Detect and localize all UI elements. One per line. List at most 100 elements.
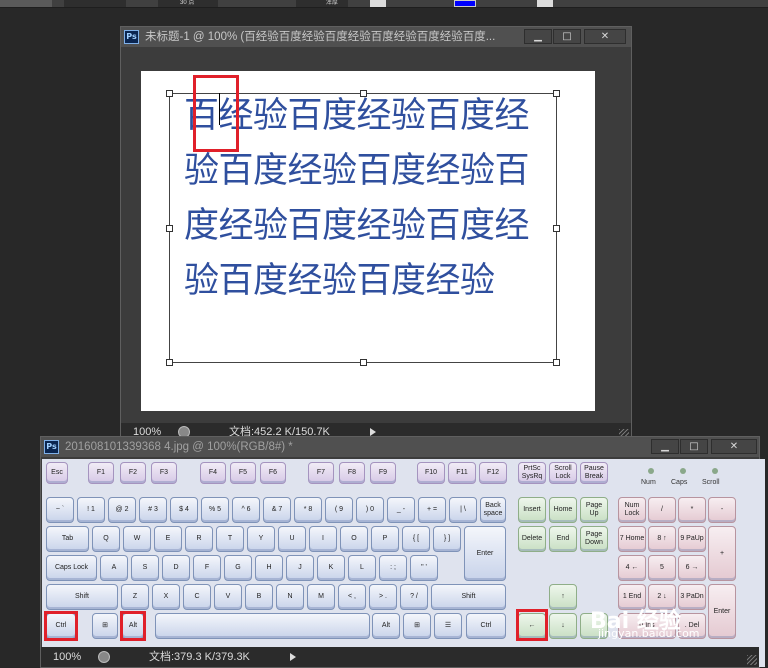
zoom-level[interactable]: 100% — [53, 647, 81, 667]
align-left-button[interactable] — [370, 0, 386, 7]
3d-button[interactable] — [734, 0, 754, 7]
document-titlebar[interactable]: Ps 201608101339368 4.jpg @ 100%(RGB/8#) … — [41, 437, 759, 457]
key-space — [155, 613, 370, 639]
status-menu-arrow-icon[interactable] — [370, 428, 376, 436]
key-f9: F9 — [370, 462, 396, 484]
key-win-left: ⊞ — [92, 613, 118, 639]
key-h: H — [255, 555, 283, 581]
key-q: Q — [92, 526, 120, 552]
key-r: R — [185, 526, 213, 552]
key-f7: F7 — [308, 462, 334, 484]
key-t: T — [216, 526, 244, 552]
maximize-button[interactable]: □ — [680, 439, 708, 454]
scroll-indicator-label: Scroll — [702, 479, 720, 486]
key-ctrl-right: Ctrl — [466, 613, 506, 639]
key-x: X — [152, 584, 180, 610]
key-2: @ 2 — [108, 497, 136, 523]
key-delete: Delete — [518, 526, 546, 552]
align-right-button[interactable] — [414, 0, 430, 7]
key-f12: F12 — [479, 462, 507, 484]
document-canvas[interactable]: 百经验百度经验百度经 验百度经验百度经验百 度经验百度经验百度经 验百度经验百度… — [141, 71, 595, 411]
transform-handle-bl[interactable] — [166, 359, 173, 366]
highlight-ctrl — [44, 611, 78, 641]
close-button[interactable]: ✕ — [584, 29, 626, 44]
caps-indicator-label: Caps — [671, 479, 688, 486]
key-slash: ? / — [400, 584, 428, 610]
key-prtsc: PrtSc SysRq — [518, 462, 546, 484]
key-m: M — [307, 584, 335, 610]
font-size-field[interactable]: 30 点 — [158, 0, 218, 7]
maximize-button[interactable]: □ — [553, 29, 581, 44]
key-4: $ 4 — [170, 497, 198, 523]
key-semicolon: : ; — [379, 555, 407, 581]
key-menu: ☰ — [434, 613, 462, 639]
minimize-button[interactable]: ▁ — [524, 29, 552, 44]
transform-handle-tl[interactable] — [166, 90, 173, 97]
transform-handle-br[interactable] — [553, 359, 560, 366]
key-f3: F3 — [151, 462, 177, 484]
key-page-down: Page Down — [580, 526, 608, 552]
num-led — [648, 468, 654, 474]
text-line: 验百度经验百度经验 — [184, 261, 495, 301]
key-l: L — [348, 555, 376, 581]
key-7: & 7 — [263, 497, 291, 523]
key-p: P — [371, 526, 399, 552]
key-insert: Insert — [518, 497, 546, 523]
font-name-field[interactable] — [64, 0, 126, 7]
minimize-button[interactable]: ▁ — [651, 439, 679, 454]
status-menu-arrow-icon[interactable] — [290, 653, 296, 661]
key-shift-left: Shift — [46, 584, 118, 610]
key-5: % 5 — [201, 497, 229, 523]
key-plus: + = — [418, 497, 446, 523]
resize-grip-icon[interactable] — [747, 655, 757, 665]
key-v: V — [214, 584, 242, 610]
document-title: 201608101339368 4.jpg @ 100%(RGB/8#) * — [65, 441, 293, 453]
key-0: ) 0 — [356, 497, 384, 523]
key-page-up: Page Up — [580, 497, 608, 523]
document-window-keyboard: Ps 201608101339368 4.jpg @ 100%(RGB/8#) … — [40, 436, 765, 668]
key-num-9: 9 PaUp — [678, 526, 706, 552]
text-layer[interactable]: 百经验百度经验百度经 验百度经验百度经验百 度经验百度经验百度经 验百度经验百度… — [184, 89, 564, 309]
key-a: A — [100, 555, 128, 581]
key-d: D — [162, 555, 190, 581]
key-pause: Pause Break — [580, 462, 608, 484]
antialias-dropdown[interactable]: 浑厚 — [296, 0, 348, 7]
text-line: 百经验百度经验百度经 — [184, 96, 530, 136]
transform-handle-bottom[interactable] — [360, 359, 367, 366]
key-quote: " ' — [410, 555, 438, 581]
key-f10: F10 — [417, 462, 445, 484]
key-comma: < , — [338, 584, 366, 610]
warp-text-button[interactable] — [494, 0, 512, 7]
text-color-swatch[interactable] — [454, 0, 476, 7]
key-o: O — [340, 526, 368, 552]
close-button[interactable]: ✕ — [711, 439, 757, 454]
key-f2: F2 — [120, 462, 146, 484]
key-j: J — [286, 555, 314, 581]
key-9: ( 9 — [325, 497, 353, 523]
align-center-button[interactable] — [392, 0, 408, 7]
transform-handle-left[interactable] — [166, 225, 173, 232]
key-left-bracket: { [ — [402, 526, 430, 552]
proof-icon[interactable] — [98, 651, 110, 663]
key-1: ! 1 — [77, 497, 105, 523]
cancel-edit-button[interactable] — [656, 0, 676, 7]
key-num-6: 6 → — [678, 555, 706, 581]
key-num-multiply: * — [678, 497, 706, 523]
key-num-7: 7 Home — [618, 526, 646, 552]
photoshop-icon: Ps — [124, 30, 139, 44]
font-style-dropdown[interactable] — [0, 0, 52, 7]
key-f8: F8 — [339, 462, 365, 484]
commit-edit-button[interactable] — [692, 0, 712, 7]
text-line: 度经验百度经验百度经 — [184, 206, 530, 246]
key-i: I — [309, 526, 337, 552]
document-titlebar[interactable]: Ps 未标题-1 @ 100% (百经验百度经验百度经验百度经验百度经验百度..… — [121, 27, 631, 47]
caps-led — [680, 468, 686, 474]
key-num-8: 8 ↑ — [648, 526, 676, 552]
document-title: 未标题-1 @ 100% (百经验百度经验百度经验百度经验百度经验百度... — [145, 31, 496, 43]
key-win-right: ⊞ — [403, 613, 431, 639]
document-size: 文档:379.3 K/379.3K — [149, 651, 250, 663]
panels-toggle-button[interactable] — [537, 0, 553, 7]
key-num-lock: Num Lock — [618, 497, 646, 523]
key-y: Y — [247, 526, 275, 552]
key-s: S — [131, 555, 159, 581]
